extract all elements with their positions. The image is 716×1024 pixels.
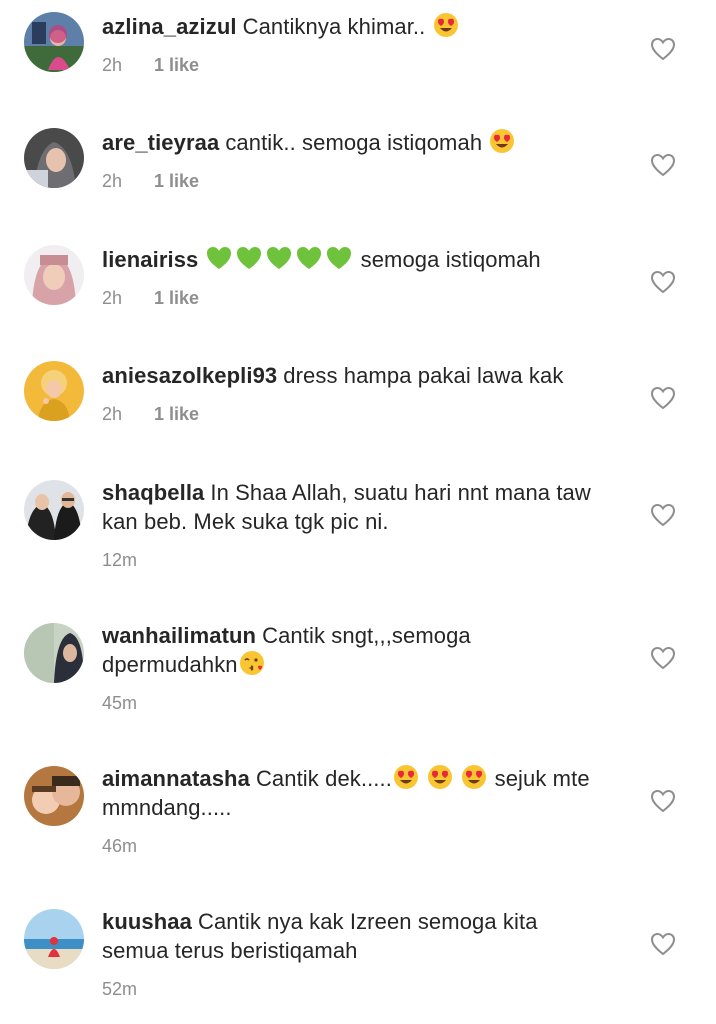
avatar[interactable] bbox=[24, 245, 84, 305]
comment-username[interactable]: azlina_azizul bbox=[102, 14, 237, 39]
avatar[interactable] bbox=[24, 480, 84, 540]
comment-time: 52m bbox=[102, 979, 138, 999]
comment-username[interactable]: aniesazolkepli93 bbox=[102, 363, 277, 388]
comment-text: Cantiknya khimar.. bbox=[242, 14, 426, 39]
comment-time: 2h bbox=[102, 404, 123, 424]
comment-trailing-text: semoga istiqomah bbox=[360, 247, 541, 272]
green-heart-emoji bbox=[235, 245, 263, 271]
comment-likes[interactable]: 1 like bbox=[154, 55, 199, 76]
avatar[interactable] bbox=[24, 128, 84, 188]
heart-outline-icon[interactable] bbox=[650, 932, 676, 956]
comment-text: dress hampa pakai lawa kak bbox=[283, 363, 564, 388]
green-heart-emoji bbox=[325, 245, 353, 271]
heart-outline-icon[interactable] bbox=[650, 503, 676, 527]
comment-username[interactable]: kuushaa bbox=[102, 909, 192, 934]
avatar[interactable] bbox=[24, 623, 84, 683]
avatar[interactable] bbox=[24, 766, 84, 826]
heart-outline-icon[interactable] bbox=[650, 37, 676, 61]
heart-eyes-emoji bbox=[427, 764, 453, 790]
comment-time: 45m bbox=[102, 693, 138, 713]
avatar[interactable] bbox=[24, 12, 84, 72]
comment-username[interactable]: lienairiss bbox=[102, 247, 198, 272]
comment-time: 2h bbox=[102, 55, 123, 75]
kissing-face-emoji bbox=[239, 650, 265, 676]
heart-eyes-emoji bbox=[489, 128, 515, 154]
comment-username[interactable]: wanhailimatun bbox=[102, 623, 256, 648]
green-heart-emoji bbox=[265, 245, 293, 271]
comment-time: 12m bbox=[102, 550, 138, 570]
green-heart-emoji bbox=[205, 245, 233, 271]
comment-username[interactable]: aimannatasha bbox=[102, 766, 250, 791]
heart-eyes-emoji bbox=[393, 764, 419, 790]
comment-username[interactable]: shaqbella bbox=[102, 480, 204, 505]
heart-eyes-emoji bbox=[433, 12, 459, 38]
heart-outline-icon[interactable] bbox=[650, 270, 676, 294]
comment-time: 46m bbox=[102, 836, 138, 856]
comment-time: 2h bbox=[102, 171, 123, 191]
heart-outline-icon[interactable] bbox=[650, 153, 676, 177]
heart-eyes-emoji bbox=[461, 764, 487, 790]
comment-likes[interactable]: 1 like bbox=[154, 171, 199, 192]
heart-outline-icon[interactable] bbox=[650, 386, 676, 410]
comment-username[interactable]: are_tieyraa bbox=[102, 130, 219, 155]
comment-text: cantik.. semoga istiqomah bbox=[225, 130, 483, 155]
avatar[interactable] bbox=[24, 909, 84, 969]
heart-outline-icon[interactable] bbox=[650, 789, 676, 813]
comment-likes[interactable]: 1 like bbox=[154, 288, 199, 309]
avatar[interactable] bbox=[24, 361, 84, 421]
heart-outline-icon[interactable] bbox=[650, 646, 676, 670]
comment-time: 2h bbox=[102, 288, 123, 308]
comments-list: azlina_azizul Cantiknya khimar.. 2h 1 like… bbox=[0, 0, 716, 1024]
comment-text: Cantik dek..... bbox=[255, 766, 392, 791]
comment-likes[interactable]: 1 like bbox=[154, 404, 199, 425]
green-heart-emoji bbox=[295, 245, 323, 271]
